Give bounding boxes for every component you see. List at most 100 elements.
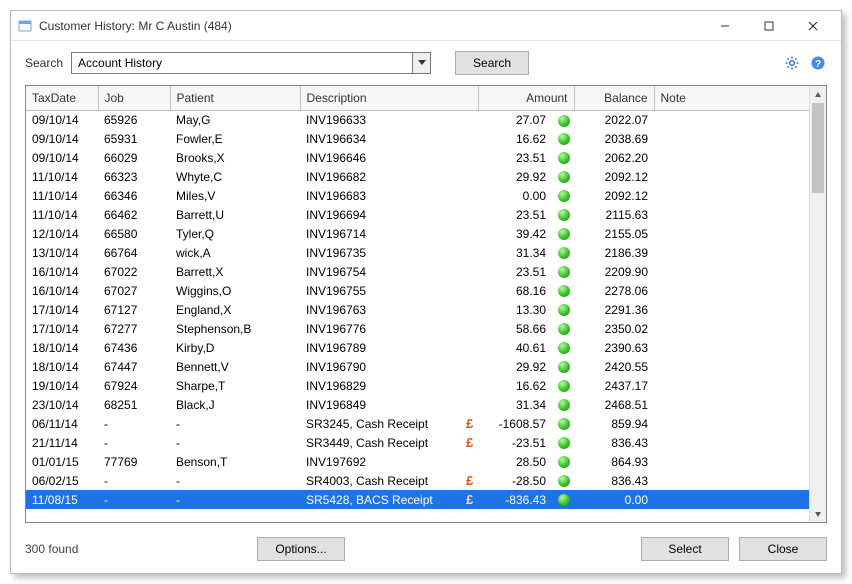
col-note[interactable]: Note [654, 86, 825, 110]
table-row[interactable]: 11/10/1466323Whyte,CINV19668229.922092.1… [26, 167, 826, 186]
chevron-down-icon[interactable] [412, 53, 430, 73]
cell-note [654, 433, 825, 452]
scroll-up-icon[interactable] [810, 86, 826, 103]
table-row[interactable]: 01/01/1577769Benson,TINV19769228.50864.9… [26, 452, 826, 471]
cell-patient: Brooks,X [170, 148, 300, 167]
cell-currency-icon [460, 243, 478, 262]
table-row[interactable]: 23/10/1468251Black,JINV19684931.342468.5… [26, 395, 826, 414]
cell-patient: Barrett,X [170, 262, 300, 281]
cell-currency-icon [460, 167, 478, 186]
customer-history-window: Customer History: Mr C Austin (484) Sear… [10, 10, 842, 574]
table-row[interactable]: 09/10/1465931Fowler,EINV19663416.622038.… [26, 129, 826, 148]
cell-patient: Wiggins,O [170, 281, 300, 300]
table-row[interactable]: 18/10/1467436Kirby,DINV19678940.612390.6… [26, 338, 826, 357]
cell-patient: Barrett,U [170, 205, 300, 224]
cell-amount: 16.62 [478, 376, 552, 395]
table-row[interactable]: 16/10/1467027Wiggins,OINV19675568.162278… [26, 281, 826, 300]
cell-status [552, 452, 574, 471]
table-row[interactable]: 11/08/15--SR5428, BACS Receipt£-836.430.… [26, 490, 826, 509]
cell-amount: 58.66 [478, 319, 552, 338]
cell-currency-icon [460, 262, 478, 281]
maximize-button[interactable] [747, 12, 791, 40]
cell-note [654, 129, 825, 148]
cell-balance: 2278.06 [574, 281, 654, 300]
cell-note [654, 262, 825, 281]
cell-amount: 16.62 [478, 129, 552, 148]
cell-description: INV196682 [300, 167, 460, 186]
titlebar: Customer History: Mr C Austin (484) [11, 11, 841, 41]
table-row[interactable]: 13/10/1466764wick,AINV19673531.342186.39 [26, 243, 826, 262]
col-balance[interactable]: Balance [574, 86, 654, 110]
cell-description: INV196754 [300, 262, 460, 281]
cell-taxdate: 17/10/14 [26, 319, 98, 338]
table-row[interactable]: 06/02/15--SR4003, Cash Receipt£-28.50836… [26, 471, 826, 490]
table-row[interactable]: 17/10/1467277Stephenson,BINV19677658.662… [26, 319, 826, 338]
cell-balance: 2092.12 [574, 167, 654, 186]
col-job[interactable]: Job [98, 86, 170, 110]
cell-balance: 836.43 [574, 471, 654, 490]
close-button[interactable]: Close [739, 537, 827, 561]
settings-icon[interactable] [783, 54, 801, 72]
table-row[interactable]: 11/10/1466346Miles,VINV1966830.002092.12 [26, 186, 826, 205]
table-row[interactable]: 09/10/1465926May,GINV19663327.072022.07 [26, 110, 826, 129]
search-toolbar: Search Account History Search ? [11, 41, 841, 81]
cell-balance: 2115.63 [574, 205, 654, 224]
cell-patient: Sharpe,T [170, 376, 300, 395]
select-button[interactable]: Select [641, 537, 729, 561]
cell-status [552, 110, 574, 129]
search-type-combo[interactable]: Account History [71, 52, 431, 74]
table-row[interactable]: 12/10/1466580Tyler,QINV19671439.422155.0… [26, 224, 826, 243]
cell-job: 66029 [98, 148, 170, 167]
cell-status [552, 414, 574, 433]
status-ok-icon [558, 380, 570, 392]
help-icon[interactable]: ? [809, 54, 827, 72]
search-button[interactable]: Search [455, 51, 529, 75]
scroll-thumb[interactable] [812, 103, 824, 193]
cell-taxdate: 09/10/14 [26, 110, 98, 129]
cell-amount: 13.30 [478, 300, 552, 319]
cell-note [654, 357, 825, 376]
cell-currency-icon [460, 281, 478, 300]
pound-icon: £ [466, 416, 473, 431]
scroll-down-icon[interactable] [810, 505, 826, 522]
search-type-value: Account History [72, 56, 412, 70]
cell-patient: Stephenson,B [170, 319, 300, 338]
cell-note [654, 414, 825, 433]
history-grid: TaxDate Job Patient Description Amount B… [25, 85, 827, 523]
cell-note [654, 338, 825, 357]
cell-taxdate: 09/10/14 [26, 129, 98, 148]
table-row[interactable]: 06/11/14--SR3245, Cash Receipt£-1608.578… [26, 414, 826, 433]
options-button[interactable]: Options... [257, 537, 345, 561]
cell-status [552, 262, 574, 281]
col-description[interactable]: Description [300, 86, 478, 110]
col-patient[interactable]: Patient [170, 86, 300, 110]
table-row[interactable]: 16/10/1467022Barrett,XINV19675423.512209… [26, 262, 826, 281]
cell-job: 66764 [98, 243, 170, 262]
col-taxdate[interactable]: TaxDate [26, 86, 98, 110]
cell-note [654, 167, 825, 186]
cell-status [552, 224, 574, 243]
table-row[interactable]: 09/10/1466029Brooks,XINV19664623.512062.… [26, 148, 826, 167]
table-row[interactable]: 19/10/1467924Sharpe,TINV19682916.622437.… [26, 376, 826, 395]
cell-patient: Benson,T [170, 452, 300, 471]
cell-taxdate: 16/10/14 [26, 281, 98, 300]
cell-taxdate: 18/10/14 [26, 338, 98, 357]
cell-note [654, 281, 825, 300]
cell-description: INV196849 [300, 395, 460, 414]
close-window-button[interactable] [791, 12, 835, 40]
table-row[interactable]: 11/10/1466462Barrett,UINV19669423.512115… [26, 205, 826, 224]
scroll-track[interactable] [810, 103, 826, 505]
minimize-button[interactable] [703, 12, 747, 40]
cell-amount: 23.51 [478, 148, 552, 167]
cell-description: INV196735 [300, 243, 460, 262]
pound-icon: £ [466, 473, 473, 488]
search-label: Search [25, 56, 63, 70]
table-row[interactable]: 21/11/14--SR3449, Cash Receipt£-23.51836… [26, 433, 826, 452]
table-row[interactable]: 17/10/1467127England,XINV19676313.302291… [26, 300, 826, 319]
table-row[interactable]: 18/10/1467447Bennett,VINV19679029.922420… [26, 357, 826, 376]
vertical-scrollbar[interactable] [809, 86, 826, 522]
col-amount[interactable]: Amount [478, 86, 574, 110]
cell-description: SR5428, BACS Receipt [300, 490, 460, 509]
cell-job: 77769 [98, 452, 170, 471]
cell-note [654, 376, 825, 395]
